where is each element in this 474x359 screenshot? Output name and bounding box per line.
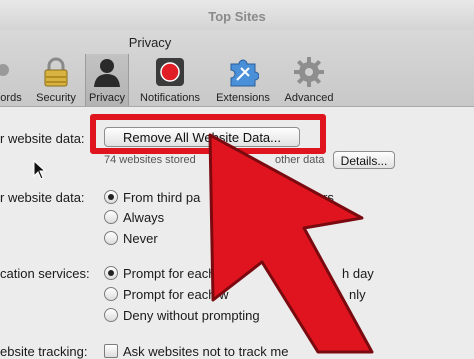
big-red-arrow-icon (208, 133, 374, 354)
mouse-cursor-icon (33, 160, 47, 180)
